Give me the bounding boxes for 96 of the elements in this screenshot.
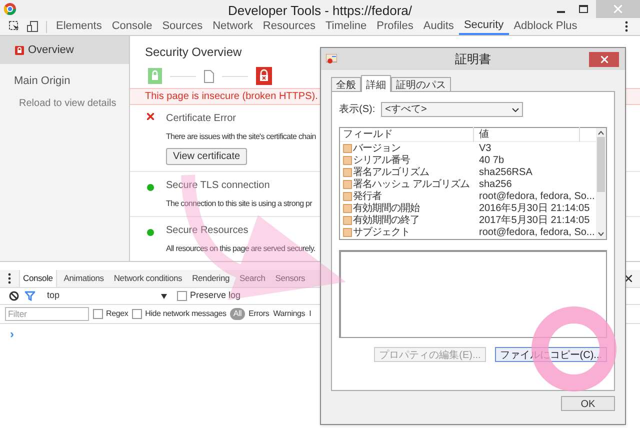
drawer-tab[interactable]: Search <box>236 270 268 287</box>
dropdown-caret-icon <box>161 294 167 298</box>
scroll-down-icon[interactable] <box>598 232 604 236</box>
drawer-tab[interactable]: Animations <box>60 270 107 287</box>
caret-icon <box>512 108 520 112</box>
panel-tab[interactable]: Audits <box>418 18 459 35</box>
panel-tab[interactable]: Sources <box>157 18 208 35</box>
more-icon[interactable] <box>8 273 11 284</box>
filter-icon[interactable] <box>25 291 35 301</box>
dialog-tab[interactable]: 全般 <box>331 77 361 91</box>
field-name: 署名ハッシュ アルゴリズム <box>353 178 470 190</box>
field-value: sha256 <box>478 178 512 192</box>
sidebar-item[interactable]: Overview <box>0 36 129 64</box>
error-icon <box>147 113 154 120</box>
list-row[interactable]: 署名アルゴリズム sha256RSA <box>340 166 596 178</box>
dialog-tab[interactable]: 証明のパス <box>391 77 451 91</box>
clear-icon[interactable] <box>9 291 19 301</box>
checkbox-label: Preserve log <box>190 289 241 302</box>
dialog-title: 証明書 <box>455 51 491 68</box>
panel-tab[interactable]: Security <box>458 18 509 35</box>
checkbox[interactable] <box>177 291 187 301</box>
drawer-tab[interactable]: Console <box>19 270 57 287</box>
panel-tab[interactable]: Elements <box>51 18 107 35</box>
show-select[interactable]: <すべて> <box>381 102 524 117</box>
checkbox[interactable] <box>93 309 103 319</box>
item-description: The connection to this site is using a strong pr <box>166 198 312 210</box>
item-title: Certificate Error <box>166 112 238 126</box>
drawer-tab[interactable]: Rendering <box>189 270 232 287</box>
field-name: 署名アルゴリズム <box>353 166 429 178</box>
field-value: V3 <box>478 142 492 156</box>
lock-icon <box>15 46 24 54</box>
panel-tab[interactable]: Timeline <box>320 18 372 35</box>
panel-tab[interactable]: Resources <box>258 18 320 35</box>
maximize-icon[interactable] <box>579 5 588 13</box>
scrollbar-thumb[interactable] <box>597 137 605 192</box>
close-icon <box>600 56 608 62</box>
field-value: 40 7b <box>478 154 504 168</box>
panel-tab[interactable]: Console <box>106 18 158 35</box>
panel-tab[interactable]: Network <box>208 18 258 35</box>
field-name: 有効期間の終了 <box>353 214 420 226</box>
view-certificate-button[interactable]: View certificate <box>166 148 248 165</box>
list-row[interactable]: 有効期間の開始 2016年5月30日 21:14:05 <box>340 202 596 214</box>
dialog-close-button[interactable] <box>589 52 619 66</box>
window-title: Developer Tools - https://fedora/ <box>228 2 412 20</box>
scroll-up-icon[interactable] <box>598 131 604 135</box>
item-description: There are issues with the site's certificate chain <box>166 131 316 143</box>
drawer-tab[interactable]: Sensors <box>272 270 308 287</box>
checkbox-label: Hide network messages <box>145 308 226 320</box>
document-icon <box>204 70 214 82</box>
secure-lock-icon <box>148 68 162 84</box>
drawer-tab[interactable]: Network conditions <box>110 270 186 287</box>
level-filter[interactable]: Errors <box>248 308 270 320</box>
hint-text: Reload to view details <box>18 96 118 110</box>
field-value: root@fedora, fedora, So... <box>478 226 595 240</box>
field-name: 発行者 <box>353 190 382 202</box>
checkbox[interactable] <box>132 309 142 319</box>
certificate-icon <box>326 54 337 64</box>
console-prompt: › <box>9 326 15 343</box>
dialog-tab[interactable]: 詳細 <box>361 75 391 92</box>
filter-field[interactable]: Filter <box>5 307 89 321</box>
list-row[interactable]: 有効期間の終了 2017年5月30日 21:14:05 <box>340 214 596 226</box>
field-value: 2016年5月30日 21:14:05 <box>478 202 590 215</box>
inspect-icon[interactable] <box>9 21 20 32</box>
device-icon[interactable] <box>27 21 38 32</box>
ok-button[interactable]: OK <box>561 396 615 411</box>
browser-logo-icon <box>4 3 16 15</box>
field-name: バージョン <box>353 142 400 154</box>
more-icon[interactable] <box>625 21 628 32</box>
field-value: root@fedora, fedora, So... <box>478 190 595 203</box>
list-row[interactable]: 署名ハッシュ アルゴリズム sha256 <box>340 178 596 190</box>
field-name: シリアル番号 <box>353 154 410 166</box>
level-filter[interactable]: Warnings <box>273 308 306 320</box>
field-value: 2017年5月30日 21:14:05 <box>478 214 590 228</box>
overview-title: Security Overview <box>145 44 242 61</box>
list-row[interactable]: サブジェクト root@fedora, fedora, So... <box>340 226 596 238</box>
panel-tab[interactable]: Profiles <box>372 18 418 35</box>
section-heading: Main Origin <box>13 74 72 89</box>
item-description: All resources on this page are served securely. <box>166 243 316 255</box>
item-title: Secure Resources <box>166 224 250 238</box>
close-icon <box>614 5 622 13</box>
checkbox-label: Regex <box>106 308 128 320</box>
level-filter[interactable]: I <box>309 308 312 320</box>
item-title: Secure TLS connection <box>166 179 271 193</box>
list-row[interactable]: シリアル番号 40 7b <box>340 154 596 166</box>
list-row[interactable]: 発行者 root@fedora, fedora, So... <box>340 190 596 202</box>
field-value: sha256RSA <box>478 166 532 180</box>
field-label: 表示(S): <box>339 102 376 117</box>
close-icon[interactable] <box>625 275 632 282</box>
context-select[interactable]: top <box>47 289 167 303</box>
insecure-lock-icon <box>256 67 272 85</box>
column-header: 値 <box>474 127 580 142</box>
panel-tab[interactable]: Adblock Plus <box>508 18 582 35</box>
field-name: 有効期間の開始 <box>353 202 420 214</box>
list-row[interactable]: バージョン V3 <box>340 142 596 154</box>
column-header: フィールド <box>340 127 474 142</box>
field-name: サブジェクト <box>353 226 410 240</box>
